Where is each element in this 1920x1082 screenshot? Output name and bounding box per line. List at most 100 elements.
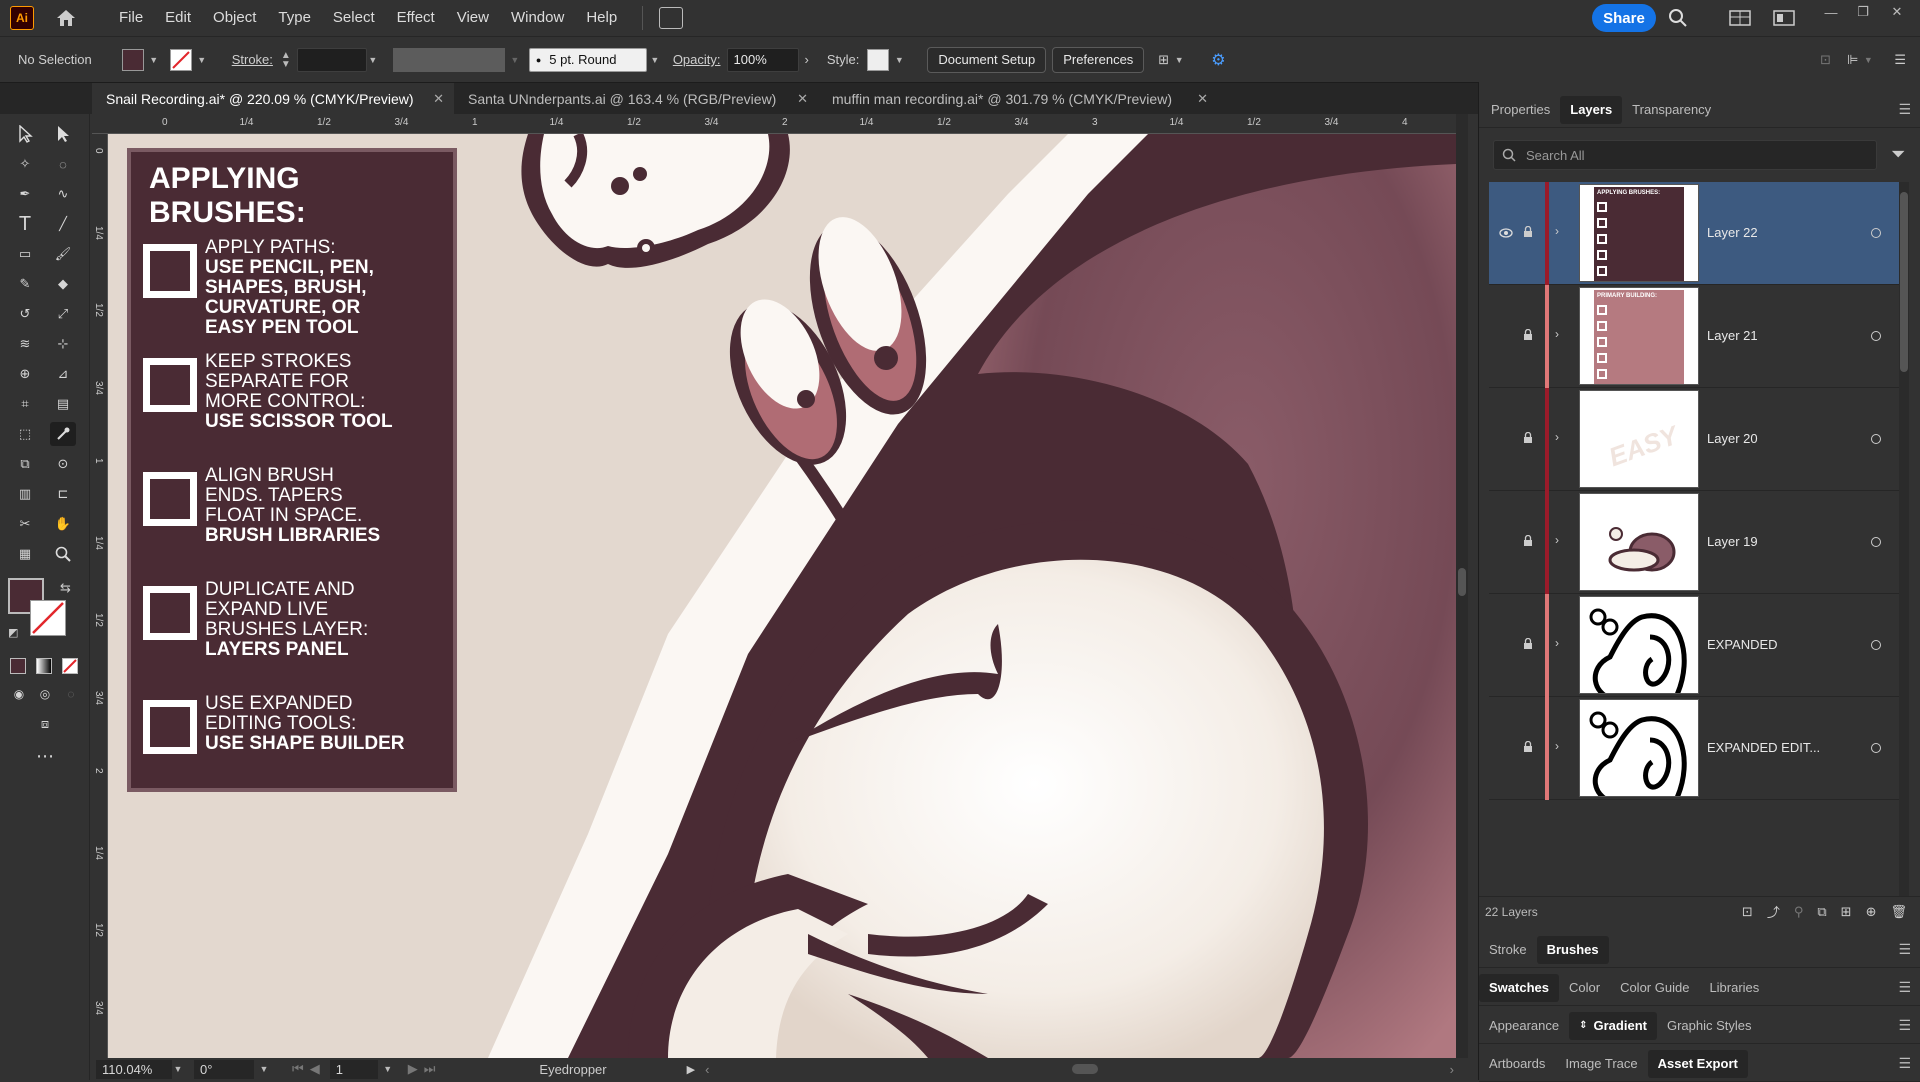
chevron-down-icon[interactable]: ▼ bbox=[1862, 55, 1874, 65]
panel-menu-icon[interactable]: ☰ bbox=[1898, 1017, 1911, 1034]
menu-help[interactable]: Help bbox=[575, 0, 628, 36]
target-circle-icon[interactable] bbox=[1871, 434, 1881, 444]
lock-icon[interactable] bbox=[1523, 328, 1533, 344]
column-graph-icon[interactable]: ▥ bbox=[12, 482, 38, 506]
eyedropper-tool-icon[interactable] bbox=[50, 422, 76, 446]
hand-tool-icon[interactable]: ✋ bbox=[50, 512, 76, 536]
target-circle-icon[interactable] bbox=[1871, 331, 1881, 341]
zoom-tool-icon[interactable] bbox=[50, 542, 76, 566]
home-icon[interactable] bbox=[54, 6, 78, 30]
tab-stroke[interactable]: Stroke bbox=[1479, 932, 1537, 967]
tab-muffin-man[interactable]: muffin man recording.ai* @ 301.79 % (CMY… bbox=[818, 83, 1218, 115]
scale-tool-icon[interactable]: ⤢ bbox=[50, 302, 76, 326]
target-circle-icon[interactable] bbox=[1871, 228, 1881, 238]
artboard-tool-icon[interactable]: ⊏ bbox=[50, 482, 76, 506]
collect-export-icon[interactable]: ⊡ bbox=[1742, 904, 1753, 920]
graphic-style-swatch[interactable] bbox=[867, 48, 890, 71]
tab-santa-underpants[interactable]: Santa UNnderpants.ai @ 163.4 % (RGB/Prev… bbox=[454, 83, 818, 115]
chevron-down-icon[interactable]: ▼ bbox=[196, 55, 208, 65]
chevron-down-icon[interactable]: ▼ bbox=[1173, 55, 1185, 65]
tab-snail-recording[interactable]: Snail Recording.ai* @ 220.09 % (CMYK/Pre… bbox=[92, 83, 454, 115]
draw-normal-icon[interactable]: ◉ bbox=[6, 682, 32, 706]
fill-swatch[interactable] bbox=[121, 48, 144, 71]
new-sublayer-icon[interactable]: ⊞ bbox=[1841, 904, 1852, 920]
layer-row[interactable]: › EASY Layer 20 bbox=[1489, 388, 1899, 491]
tab-layers[interactable]: Layers bbox=[1560, 95, 1623, 124]
tab-swatches[interactable]: Swatches bbox=[1479, 973, 1559, 1002]
lock-icon[interactable] bbox=[1523, 534, 1533, 550]
color-mode-icon[interactable] bbox=[10, 658, 26, 674]
chevron-down-icon[interactable]: ▼ bbox=[172, 1064, 184, 1074]
restore-icon[interactable]: ❐ bbox=[1848, 0, 1878, 24]
lock-icon[interactable] bbox=[1523, 740, 1533, 756]
search-icon[interactable] bbox=[1666, 6, 1690, 30]
chevron-down-icon[interactable]: ▼ bbox=[382, 1064, 394, 1074]
gradient-mode-icon[interactable] bbox=[36, 658, 52, 674]
default-colors-icon[interactable]: ◩ bbox=[8, 626, 18, 639]
menu-object[interactable]: Object bbox=[202, 0, 267, 36]
shape-builder-icon[interactable]: ⊕ bbox=[12, 362, 38, 386]
opacity-input[interactable]: 100% bbox=[726, 47, 799, 72]
tab-gradient[interactable]: ⇕ Gradient bbox=[1569, 1011, 1657, 1040]
tab-libraries[interactable]: Libraries bbox=[1699, 970, 1769, 1005]
layer-name[interactable]: Layer 20 bbox=[1707, 431, 1758, 446]
gradient-tool-icon[interactable]: ▤ bbox=[50, 392, 76, 416]
tab-properties[interactable]: Properties bbox=[1481, 92, 1560, 127]
menu-view[interactable]: View bbox=[446, 0, 500, 36]
tab-appearance[interactable]: Appearance bbox=[1479, 1008, 1569, 1043]
stroke-label[interactable]: Stroke: bbox=[232, 52, 273, 67]
stroke-color-swatch[interactable] bbox=[30, 600, 66, 636]
filter-icon[interactable]: ⏷ bbox=[1891, 144, 1905, 165]
menu-type[interactable]: Type bbox=[267, 0, 322, 36]
transform-icon[interactable]: ⊡ bbox=[1820, 52, 1831, 68]
close-icon[interactable]: ✕ bbox=[433, 91, 444, 107]
first-artboard-icon[interactable]: ⏮ bbox=[292, 1061, 304, 1077]
next-artboard-icon[interactable]: ▶ bbox=[408, 1061, 418, 1077]
layer-row[interactable]: › Layer 19 bbox=[1489, 491, 1899, 594]
free-transform-icon[interactable]: ⊹ bbox=[50, 332, 76, 356]
recolor-icon[interactable]: ⚙ bbox=[1211, 50, 1225, 70]
visibility-eye-icon[interactable] bbox=[1499, 226, 1513, 241]
close-icon[interactable]: ✕ bbox=[797, 91, 808, 107]
target-circle-icon[interactable] bbox=[1871, 537, 1881, 547]
panel-menu-icon[interactable]: ☰ bbox=[1898, 1055, 1911, 1072]
type-tool-icon[interactable]: T bbox=[12, 212, 38, 236]
chevron-right-icon[interactable]: › bbox=[805, 52, 809, 67]
rotate-view[interactable]: 0° bbox=[194, 1059, 254, 1079]
stroke-swatch[interactable] bbox=[169, 48, 192, 71]
align-icon[interactable]: ⊞ bbox=[1158, 52, 1169, 68]
minimize-icon[interactable]: — bbox=[1816, 0, 1846, 24]
layers-scroll-thumb[interactable] bbox=[1900, 192, 1908, 372]
layer-name[interactable]: EXPANDED EDIT... bbox=[1707, 740, 1820, 755]
chevron-down-icon[interactable]: ▼ bbox=[649, 55, 661, 65]
rectangle-tool-icon[interactable]: ▭ bbox=[12, 242, 38, 266]
arrange-documents-icon[interactable] bbox=[659, 7, 684, 29]
locate-object-icon[interactable]: ⤴ bbox=[1767, 902, 1780, 921]
vertical-scrollbar[interactable] bbox=[1456, 114, 1468, 1058]
layer-name[interactable]: Layer 21 bbox=[1707, 328, 1758, 343]
tab-brushes[interactable]: Brushes bbox=[1536, 935, 1609, 964]
layers-search-input[interactable]: Search All bbox=[1493, 140, 1877, 170]
tab-transparency[interactable]: Transparency bbox=[1622, 92, 1721, 127]
target-circle-icon[interactable] bbox=[1871, 640, 1881, 650]
layer-row[interactable]: › APPLYING BRUSHES: Layer 22 bbox=[1489, 182, 1899, 285]
tab-color-guide[interactable]: Color Guide bbox=[1610, 970, 1699, 1005]
search-icon[interactable]: ⚲ bbox=[1794, 904, 1804, 920]
paintbrush-tool-icon[interactable]: 🖌 bbox=[50, 242, 76, 266]
workspace-icon[interactable] bbox=[1728, 6, 1752, 30]
layer-row[interactable]: › EXPANDED bbox=[1489, 594, 1899, 697]
warp-tool-icon[interactable]: ≋ bbox=[12, 332, 38, 356]
tab-color[interactable]: Color bbox=[1559, 970, 1610, 1005]
panel-menu-icon[interactable]: ☰ bbox=[1898, 941, 1911, 958]
share-button[interactable]: Share bbox=[1592, 4, 1656, 32]
brush-definition[interactable]: ● 5 pt. Round bbox=[528, 47, 647, 72]
horizontal-scroll-thumb[interactable] bbox=[1072, 1064, 1098, 1074]
scroll-left-icon[interactable]: ‹ bbox=[705, 1062, 709, 1077]
opacity-label[interactable]: Opacity: bbox=[673, 52, 721, 67]
status-menu-icon[interactable]: ▶ bbox=[687, 1063, 695, 1076]
menu-select[interactable]: Select bbox=[322, 0, 386, 36]
tab-image-trace[interactable]: Image Trace bbox=[1555, 1046, 1647, 1081]
chevron-down-icon[interactable]: ▼ bbox=[258, 1064, 270, 1074]
chevron-right-icon[interactable]: › bbox=[1555, 224, 1559, 238]
slice-tool-icon[interactable]: ✂ bbox=[12, 512, 38, 536]
